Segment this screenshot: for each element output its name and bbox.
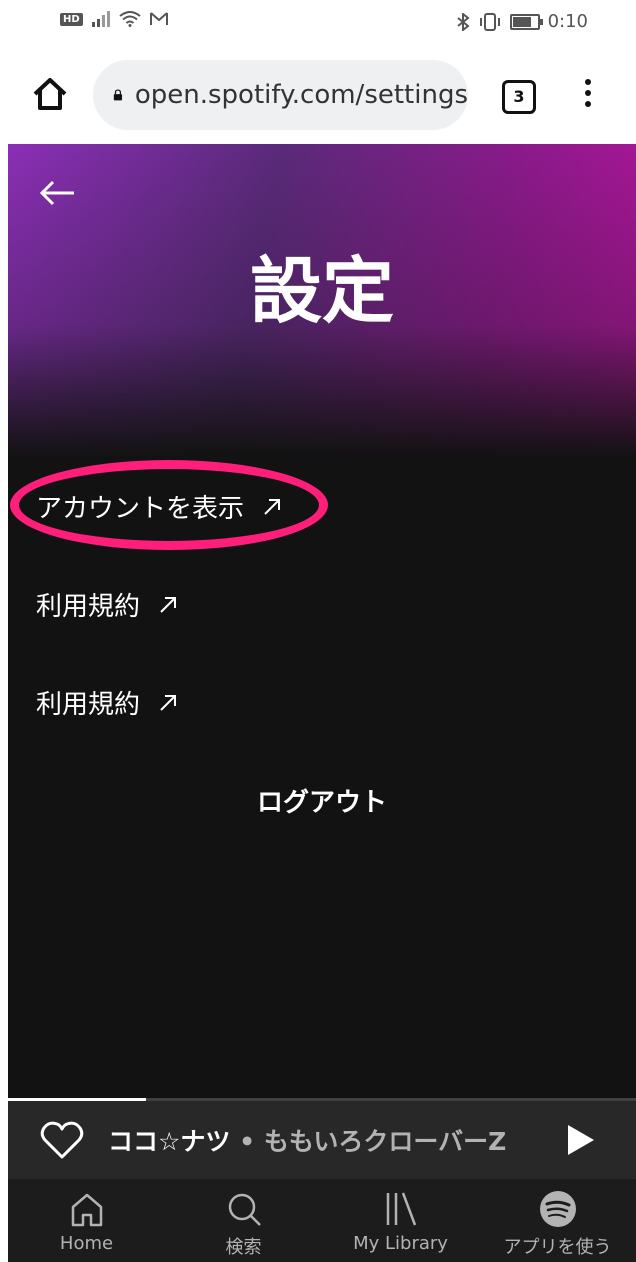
address-bar[interactable]: open.spotify.com/settings bbox=[93, 60, 468, 130]
external-link-icon bbox=[160, 694, 177, 711]
spotify-app: 設定 アカウントを表示 利用規約 利用規約 ログアウト ココ☆ナツ • ももいろ… bbox=[8, 144, 636, 1262]
bluetooth-icon bbox=[456, 12, 470, 31]
play-icon[interactable] bbox=[566, 1123, 596, 1157]
nav-label: 検索 bbox=[225, 1237, 262, 1258]
battery-icon bbox=[509, 13, 543, 30]
page-title: 設定 bbox=[249, 249, 394, 333]
url-text: open.spotify.com/settings bbox=[134, 80, 468, 110]
nav-label: Home bbox=[59, 1233, 114, 1254]
status-time: 0:10 bbox=[547, 11, 588, 32]
spotify-logo-icon bbox=[539, 1191, 576, 1227]
lock-icon bbox=[113, 89, 123, 101]
menu-item-terms-2[interactable]: 利用規約 bbox=[36, 684, 178, 721]
external-link-icon bbox=[264, 498, 281, 515]
menu-item-account[interactable]: アカウントを表示 bbox=[36, 488, 282, 525]
nav-library[interactable]: My Library bbox=[322, 1179, 479, 1262]
home-icon[interactable] bbox=[30, 74, 70, 114]
vibrate-icon bbox=[479, 12, 500, 31]
nav-home[interactable]: Home bbox=[8, 1179, 165, 1262]
nav-label: My Library bbox=[353, 1233, 448, 1254]
menu-item-label: 利用規約 bbox=[36, 690, 141, 720]
logout-button[interactable]: ログアウト bbox=[8, 782, 636, 819]
hd-badge: HD bbox=[60, 12, 83, 26]
gmail-icon bbox=[149, 12, 168, 25]
artist-name: ももいろクローバーZ bbox=[263, 1127, 507, 1156]
nav-get-app[interactable]: アプリを使う bbox=[479, 1179, 636, 1262]
nav-search[interactable]: 検索 bbox=[165, 1179, 322, 1262]
status-bar: HD 0:10 bbox=[0, 0, 636, 44]
tab-switcher-button[interactable]: 3 bbox=[502, 80, 536, 114]
signal-icon bbox=[91, 11, 110, 27]
external-link-icon bbox=[160, 596, 177, 613]
nav-label: アプリを使う bbox=[503, 1237, 612, 1258]
heart-icon[interactable] bbox=[40, 1120, 84, 1160]
home-icon bbox=[71, 1193, 102, 1227]
settings-header: 設定 bbox=[8, 144, 636, 474]
track-title: ココ☆ナツ bbox=[108, 1127, 231, 1156]
browser-toolbar: open.spotify.com/settings 3 bbox=[0, 44, 636, 144]
library-icon bbox=[386, 1192, 416, 1226]
menu-item-label: 利用規約 bbox=[36, 592, 141, 622]
search-icon bbox=[228, 1193, 261, 1226]
wifi-icon bbox=[119, 11, 141, 27]
now-playing-bar[interactable]: ココ☆ナツ • ももいろクローバーZ bbox=[8, 1101, 636, 1179]
back-arrow-icon[interactable] bbox=[38, 178, 78, 208]
browser-menu-icon[interactable] bbox=[578, 76, 598, 116]
separator: • bbox=[239, 1127, 256, 1156]
menu-item-label: アカウントを表示 bbox=[36, 494, 245, 524]
now-playing-text: ココ☆ナツ • ももいろクローバーZ bbox=[108, 1122, 506, 1158]
menu-item-terms[interactable]: 利用規約 bbox=[36, 586, 178, 623]
bottom-navigation: Home 検索 My Library アプリを使う bbox=[8, 1179, 636, 1262]
phone-screen: HD 0:10 open.spotify.com/settings 3 設定 ア… bbox=[0, 0, 636, 1262]
